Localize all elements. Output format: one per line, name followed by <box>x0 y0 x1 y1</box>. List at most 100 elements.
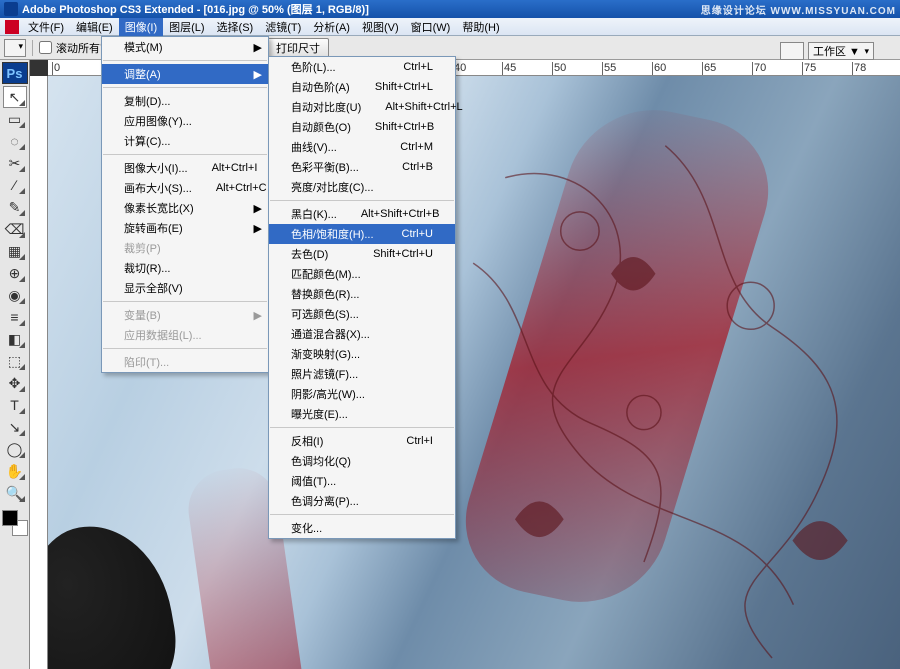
menu-item[interactable]: 应用图像(Y)... <box>102 111 268 131</box>
tool-7[interactable]: ▦ <box>3 240 27 262</box>
menu-item[interactable]: 曝光度(E)... <box>269 404 455 424</box>
menu-item[interactable]: 裁切(R)... <box>102 258 268 278</box>
menu-item[interactable]: 黑白(K)...Alt+Shift+Ctrl+B <box>269 204 455 224</box>
tool-0[interactable]: ↖ <box>3 86 27 108</box>
menu-shortcut: Ctrl+U <box>378 228 433 240</box>
menu-item-label: 陷印(T)... <box>124 354 169 370</box>
submenu-arrow-icon: ▶ <box>254 222 262 235</box>
menu-item[interactable]: 匹配颜色(M)... <box>269 264 455 284</box>
menu-item[interactable]: 模式(M)▶ <box>102 37 268 57</box>
menu-滤镜[interactable]: 滤镜(T) <box>259 18 307 36</box>
tool-9[interactable]: ◉ <box>3 284 27 306</box>
tool-4[interactable]: ∕ <box>3 174 27 196</box>
menu-item[interactable]: 色彩平衡(B)...Ctrl+B <box>269 157 455 177</box>
app-icon <box>4 2 18 16</box>
tool-17[interactable]: ✋ <box>3 460 27 482</box>
menu-item: 变量(B)▶ <box>102 305 268 325</box>
color-swatches <box>2 510 28 536</box>
menu-item-label: 变量(B) <box>124 307 161 323</box>
tool-15[interactable]: ↘ <box>3 416 27 438</box>
menu-item-label: 自动对比度(U) <box>291 99 361 115</box>
menu-选择[interactable]: 选择(S) <box>211 18 260 36</box>
tool-5[interactable]: ✎ <box>3 196 27 218</box>
menu-item[interactable]: 亮度/对比度(C)... <box>269 177 455 197</box>
menu-图像[interactable]: 图像(I) <box>119 18 163 36</box>
tool-3[interactable]: ✂ <box>3 152 27 174</box>
tool-8[interactable]: ⊕ <box>3 262 27 284</box>
menu-图层[interactable]: 图层(L) <box>163 18 210 36</box>
tool-16[interactable]: ◯ <box>3 438 27 460</box>
tool-preset-dropdown[interactable] <box>4 39 26 57</box>
menu-item[interactable]: 自动色阶(A)Shift+Ctrl+L <box>269 77 455 97</box>
menu-separator <box>270 427 454 428</box>
menu-item[interactable]: 色调均化(Q) <box>269 451 455 471</box>
menu-item-label: 替换颜色(R)... <box>291 286 359 302</box>
menu-item[interactable]: 旋转画布(E) ▶ <box>102 218 268 238</box>
menu-item-label: 自动色阶(A) <box>291 79 350 95</box>
menu-item[interactable]: 画布大小(S)...Alt+Ctrl+C <box>102 178 268 198</box>
tool-11[interactable]: ◧ <box>3 328 27 350</box>
ruler-tick: 45 <box>502 62 516 76</box>
tool-12[interactable]: ⬚ <box>3 350 27 372</box>
menu-item[interactable]: 像素长宽比(X)▶ <box>102 198 268 218</box>
menu-separator <box>270 200 454 201</box>
menu-item[interactable]: 渐变映射(G)... <box>269 344 455 364</box>
menu-item[interactable]: 色调分离(P)... <box>269 491 455 511</box>
go-to-bridge-button[interactable] <box>780 42 804 60</box>
menu-item[interactable]: 照片滤镜(F)... <box>269 364 455 384</box>
menu-item-label: 模式(M) <box>124 39 163 55</box>
menu-item-label: 调整(A) <box>124 66 161 82</box>
tool-10[interactable]: ≡ <box>3 306 27 328</box>
tool-1[interactable]: ▭ <box>3 108 27 130</box>
menu-item[interactable]: 通道混合器(X)... <box>269 324 455 344</box>
menu-shortcut: Shift+Ctrl+B <box>351 121 434 133</box>
foreground-swatch[interactable] <box>2 510 18 526</box>
menu-item[interactable]: 色阶(L)...Ctrl+L <box>269 57 455 77</box>
menu-item[interactable]: 自动颜色(O)Shift+Ctrl+B <box>269 117 455 137</box>
menu-item[interactable]: 可选颜色(S)... <box>269 304 455 324</box>
menu-item-label: 色调均化(Q) <box>291 453 351 469</box>
menu-分析[interactable]: 分析(A) <box>307 18 356 36</box>
menu-item-label: 旋转画布(E) <box>124 220 183 236</box>
tool-6[interactable]: ⌫ <box>3 218 27 240</box>
ruler-tick: 55 <box>602 62 616 76</box>
menu-shortcut: Shift+Ctrl+U <box>349 248 433 260</box>
menu-item[interactable]: 调整(A) ▶ <box>102 64 268 84</box>
menu-item[interactable]: 曲线(V)...Ctrl+M <box>269 137 455 157</box>
menu-shortcut: Shift+Ctrl+L <box>351 81 433 93</box>
menu-item[interactable]: 自动对比度(U)Alt+Shift+Ctrl+L <box>269 97 455 117</box>
toolbox: Ps ↖▭◌✂∕✎⌫▦⊕◉≡◧⬚✥T↘◯✋🔍 <box>0 60 30 669</box>
menu-文件[interactable]: 文件(F) <box>22 18 70 36</box>
menu-item: 裁剪(P) <box>102 238 268 258</box>
workspace-dropdown[interactable]: 工作区 ▼ <box>808 42 874 60</box>
tool-18[interactable]: 🔍 <box>3 482 27 504</box>
menu-item[interactable]: 色相/饱和度(H)... Ctrl+U <box>269 224 455 244</box>
menu-item[interactable]: 图像大小(I)...Alt+Ctrl+I <box>102 158 268 178</box>
menu-item[interactable]: 显示全部(V) <box>102 278 268 298</box>
tool-14[interactable]: T <box>3 394 27 416</box>
menu-编辑[interactable]: 编辑(E) <box>70 18 119 36</box>
menu-item[interactable]: 阈值(T)... <box>269 471 455 491</box>
print-size-button[interactable]: 打印尺寸 <box>267 38 329 58</box>
menu-item[interactable]: 去色(D)Shift+Ctrl+U <box>269 244 455 264</box>
menu-item-label: 色相/饱和度(H)... <box>291 226 374 242</box>
menu-shortcut: Alt+Ctrl+I <box>188 162 258 174</box>
tool-13[interactable]: ✥ <box>3 372 27 394</box>
menu-shortcut: Ctrl+I <box>382 435 433 447</box>
menu-视图[interactable]: 视图(V) <box>356 18 405 36</box>
scroll-all-checkbox[interactable] <box>39 41 52 54</box>
ps-badge-icon[interactable]: Ps <box>2 62 28 84</box>
submenu-arrow-icon: ▶ <box>254 68 262 81</box>
tool-2[interactable]: ◌ <box>3 130 27 152</box>
menu-item-label: 应用数据组(L)... <box>124 327 202 343</box>
menu-item[interactable]: 反相(I)Ctrl+I <box>269 431 455 451</box>
menu-item[interactable]: 替换颜色(R)... <box>269 284 455 304</box>
menu-item[interactable]: 变化... <box>269 518 455 538</box>
menu-窗口[interactable]: 窗口(W) <box>405 18 457 36</box>
menu-item[interactable]: 复制(D)... <box>102 91 268 111</box>
menu-item[interactable]: 计算(C)... <box>102 131 268 151</box>
menu-帮助[interactable]: 帮助(H) <box>456 18 505 36</box>
ruler-tick: 70 <box>752 62 766 76</box>
menu-item[interactable]: 阴影/高光(W)... <box>269 384 455 404</box>
vertical-ruler[interactable] <box>30 76 48 669</box>
